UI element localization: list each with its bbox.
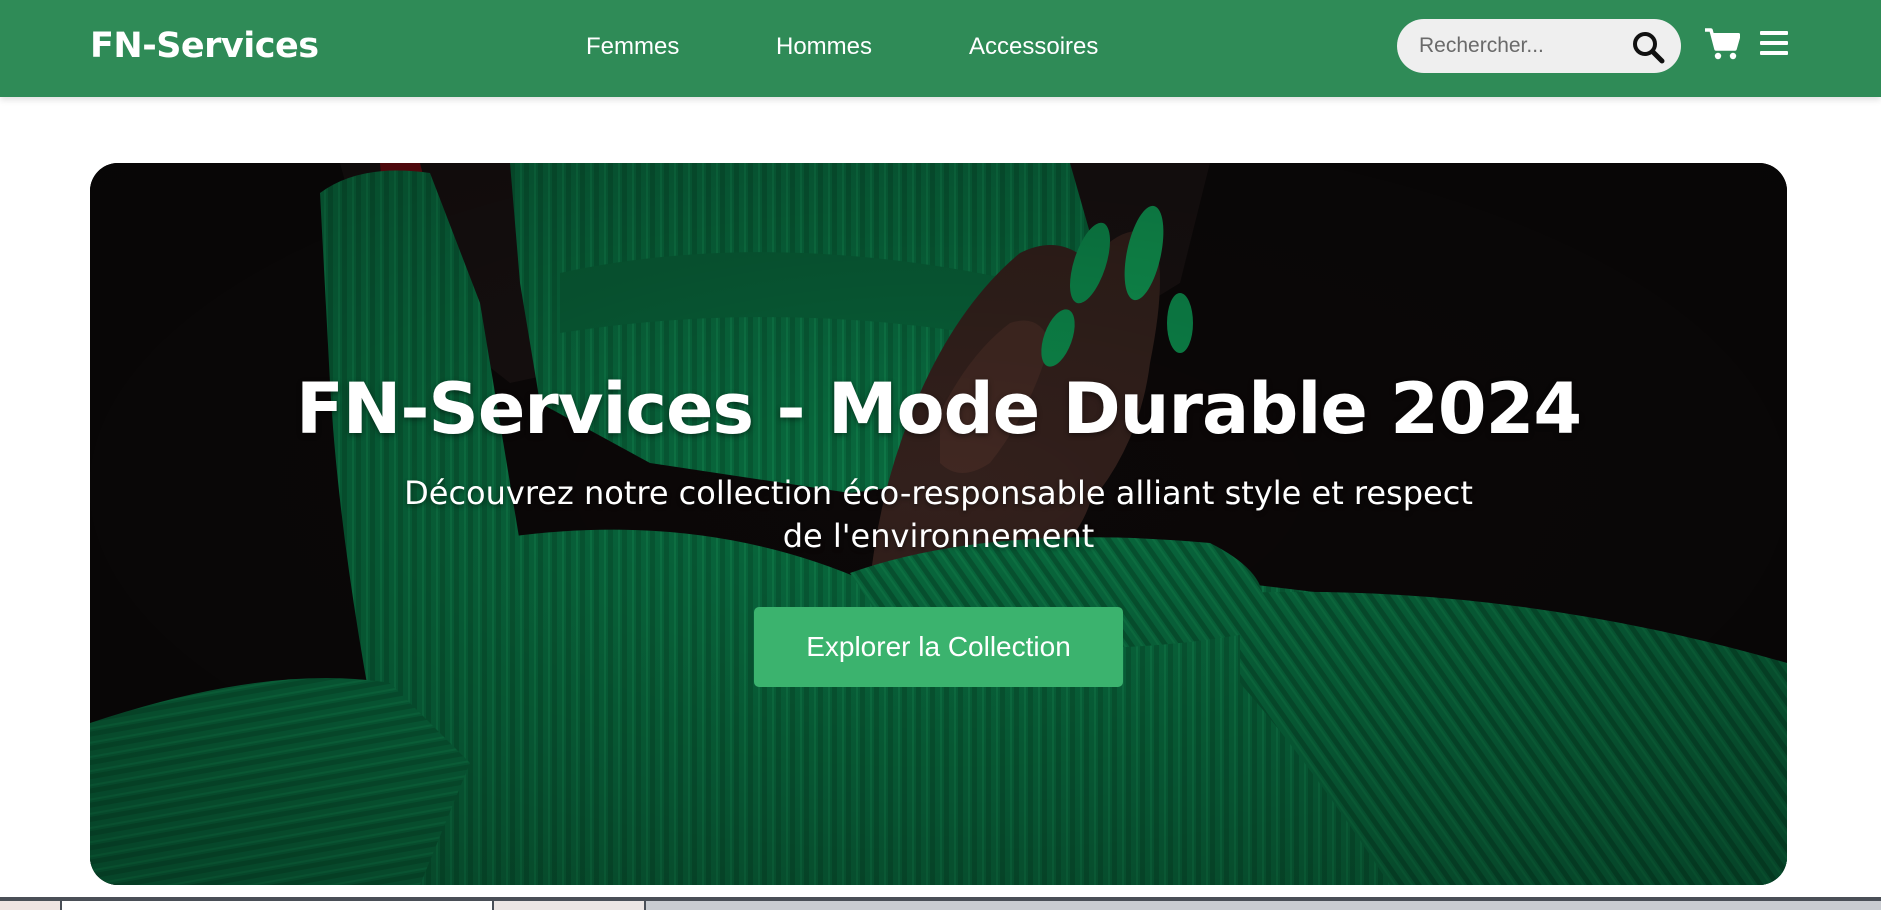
hero-subtitle: Découvrez notre collection éco-responsab… <box>404 474 1473 555</box>
search-input[interactable] <box>1419 30 1619 62</box>
nav-link-hommes[interactable]: Hommes <box>776 33 872 61</box>
brand-logo[interactable]: FN-Services <box>90 26 319 66</box>
search-box <box>1397 19 1681 73</box>
menu-icon[interactable] <box>1760 29 1788 57</box>
hero-title: FN-Services - Mode Durable 2024 <box>295 368 1582 450</box>
hero-banner: FN-Services - Mode Durable 2024 Découvre… <box>90 163 1787 885</box>
search-icon[interactable] <box>1631 30 1665 64</box>
nav-link-femmes[interactable]: Femmes <box>586 33 679 61</box>
top-navbar: FN-Services Femmes Hommes Accessoires <box>0 0 1881 97</box>
bottom-window-strip <box>0 897 1881 910</box>
explore-collection-button[interactable]: Explorer la Collection <box>754 607 1123 687</box>
cart-icon[interactable] <box>1704 27 1740 61</box>
nav-link-accessoires[interactable]: Accessoires <box>969 33 1098 61</box>
